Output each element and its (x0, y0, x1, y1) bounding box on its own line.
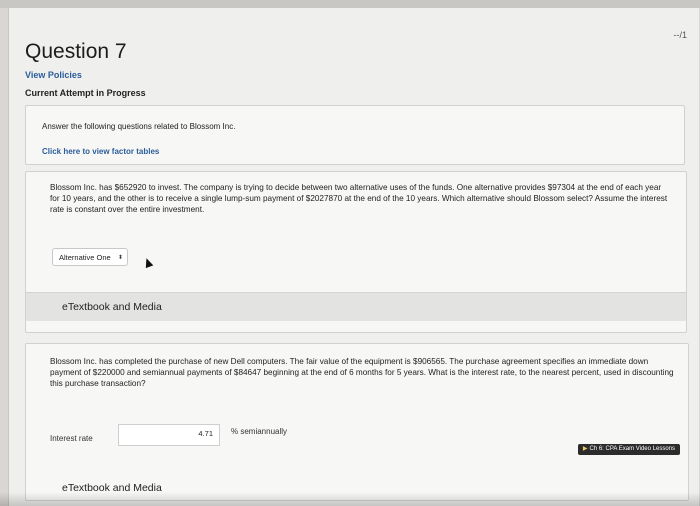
video-play-icon: ▶ (582, 446, 588, 452)
instruction-text: Answer the following questions related t… (42, 122, 236, 131)
part1-panel: Blossom Inc. has $652920 to invest. The … (25, 171, 687, 333)
interest-rate-label: Interest rate (50, 434, 93, 443)
question-page: --/1 Question 7 View Policies Current At… (8, 8, 699, 506)
part2-question-text: Blossom Inc. has completed the purchase … (50, 357, 674, 388)
part1-etextbook-link[interactable]: eTextbook and Media (62, 301, 162, 313)
interest-rate-input[interactable]: 4.71 (118, 424, 220, 446)
alternative-select[interactable]: Alternative One ⬍ (52, 248, 128, 266)
question-title: Question 7 (25, 40, 127, 63)
part2-panel: Blossom Inc. has completed the purchase … (25, 343, 689, 501)
select-arrows-icon: ⬍ (117, 255, 123, 261)
intro-panel: Answer the following questions related t… (25, 105, 685, 165)
cpa-video-button[interactable]: ▶ Ch 6: CPA Exam Video Lessons (577, 444, 680, 455)
score-indicator: --/1 (673, 30, 688, 40)
top-bar (0, 0, 700, 8)
part1-question-text: Blossom Inc. has $652920 to invest. The … (50, 183, 668, 214)
cpa-video-label: Ch 6: CPA Exam Video Lessons (589, 446, 676, 452)
factor-tables-link[interactable]: Click here to view factor tables (42, 147, 159, 156)
photo-shadow (0, 492, 700, 506)
attempt-status: Current Attempt in Progress (25, 88, 146, 98)
interest-rate-unit: % semiannually (231, 427, 288, 436)
view-policies-link[interactable]: View Policies (25, 70, 82, 80)
alternative-select-value: Alternative One (59, 253, 111, 262)
mouse-pointer-icon (142, 256, 154, 269)
